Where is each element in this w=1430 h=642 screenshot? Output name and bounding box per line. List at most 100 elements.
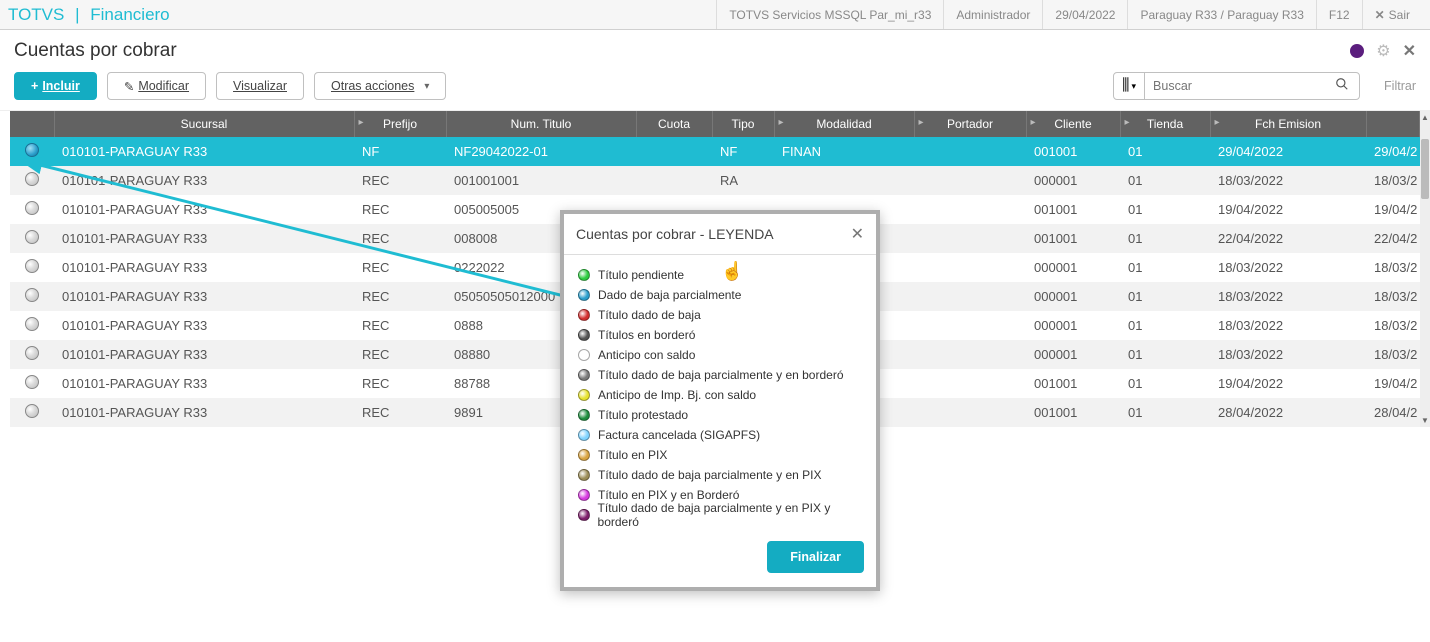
legend-color-icon (578, 449, 590, 461)
notification-dot-icon[interactable] (1350, 44, 1364, 58)
legend-color-icon (578, 389, 590, 401)
cell-portador (914, 253, 1026, 282)
legend-label: Factura cancelada (SIGAPFS) (598, 428, 760, 442)
cell-cliente: 000001 (1026, 311, 1120, 340)
cell-fchemision: 18/03/2022 (1210, 253, 1366, 282)
close-panel-icon[interactable]: ✕ (1403, 41, 1416, 61)
include-button[interactable]: + Incluir (14, 72, 97, 100)
page-title: Cuentas por cobrar (14, 40, 177, 62)
brand: TOTVS | Financiero (8, 5, 170, 25)
status-cell (10, 282, 54, 311)
col-fchemision[interactable]: ▸Fch Emision (1210, 111, 1366, 137)
legend-color-icon (578, 289, 590, 301)
col-modalidad[interactable]: ▸Modalidad (774, 111, 914, 137)
view-button[interactable]: Visualizar (216, 72, 304, 100)
col-tipo[interactable]: Tipo (712, 111, 774, 137)
search-input[interactable] (1145, 73, 1325, 99)
cell-portador (914, 195, 1026, 224)
legend-item: Anticipo con saldo (578, 345, 862, 365)
cell-cliente: 000001 (1026, 282, 1120, 311)
top-bar: TOTVS | Financiero TOTVS Servicios MSSQL… (0, 0, 1430, 30)
legend-item: Factura cancelada (SIGAPFS) (578, 425, 862, 445)
cell-sucursal: 010101-PARAGUAY R33 (54, 253, 354, 282)
exit-button[interactable]: ✕ Sair (1362, 0, 1422, 29)
col-cuota[interactable]: Cuota (636, 111, 712, 137)
cell-tienda: 01 (1120, 253, 1210, 282)
legend-label: Título en PIX (598, 448, 667, 462)
module-name: Financiero (90, 5, 169, 24)
legend-header[interactable]: Cuentas por cobrar - LEYENDA ✕ (564, 214, 876, 255)
cell-tipo: NF (712, 137, 774, 166)
legend-label: Título dado de baja parcialmente y en bo… (598, 368, 844, 382)
finalize-button[interactable]: Finalizar (767, 541, 864, 573)
status-cell (10, 311, 54, 340)
gear-icon[interactable]: ⚙ (1376, 41, 1390, 61)
scroll-down-arrow-icon[interactable]: ▼ (1420, 416, 1430, 425)
cell-cuota (636, 166, 712, 195)
cell-tienda: 01 (1120, 137, 1210, 166)
f12-button[interactable]: F12 (1316, 0, 1362, 29)
brand-name: TOTVS (8, 5, 64, 24)
scroll-up-arrow-icon[interactable]: ▲ (1420, 113, 1430, 122)
col-sucursal[interactable]: Sucursal (54, 111, 354, 137)
cell-cliente: 001001 (1026, 224, 1120, 253)
cell-numtitulo: 001001001 (446, 166, 636, 195)
columns-icon: ⫼ (1122, 77, 1129, 95)
cell-tienda: 01 (1120, 340, 1210, 369)
col-tienda[interactable]: ▸Tienda (1120, 111, 1210, 137)
status-ball-icon (25, 143, 39, 157)
legend-item: Título dado de baja parcialmente y en bo… (578, 365, 862, 385)
cell-tipo: RA (712, 166, 774, 195)
cell-tienda: 01 (1120, 369, 1210, 398)
vertical-scrollbar[interactable]: ▲ ▼ (1420, 111, 1430, 427)
cell-prefijo: NF (354, 137, 446, 166)
cell-prefijo: REC (354, 195, 446, 224)
legend-label: Dado de baja parcialmente (598, 288, 741, 302)
col-cliente[interactable]: ▸Cliente (1026, 111, 1120, 137)
status-ball-icon (25, 375, 39, 389)
other-actions-button[interactable]: Otras acciones (314, 72, 446, 100)
status-cell (10, 340, 54, 369)
search-button[interactable] (1325, 77, 1359, 96)
cell-fchemision: 18/03/2022 (1210, 282, 1366, 311)
col-extra[interactable] (1366, 111, 1420, 137)
legend-label: Título en PIX y en Borderó (598, 488, 739, 502)
cell-sucursal: 010101-PARAGUAY R33 (54, 166, 354, 195)
header-actions: ⚙ ✕ (1350, 41, 1416, 61)
modify-button[interactable]: ✎ Modificar (107, 72, 206, 100)
legend-item: Título protestado (578, 405, 862, 425)
cell-prefijo: REC (354, 224, 446, 253)
cell-fchemision: 22/04/2022 (1210, 224, 1366, 253)
col-status[interactable] (10, 111, 54, 137)
cell-portador (914, 166, 1026, 195)
legend-close-button[interactable]: ✕ (851, 224, 864, 244)
col-prefijo[interactable]: ▸Prefijo (354, 111, 446, 137)
cell-extra: 19/04/2 (1366, 369, 1420, 398)
legend-label: Título dado de baja parcialmente y en PI… (598, 468, 821, 482)
status-ball-icon (25, 259, 39, 273)
sort-caret-icon: ▸ (779, 117, 784, 128)
legend-item: Título dado de baja parcialmente y en PI… (578, 505, 862, 525)
exit-label: Sair (1389, 8, 1410, 22)
current-user: Administrador (943, 0, 1042, 29)
legend-color-icon (578, 309, 590, 321)
search-group: ⫼ ▾ (1113, 72, 1360, 100)
legend-title: Cuentas por cobrar - LEYENDA (576, 226, 774, 242)
status-ball-icon (25, 404, 39, 418)
brand-sep: | (75, 5, 79, 24)
table-row[interactable]: 010101-PARAGUAY R33NFNF29042022-01NFFINA… (10, 137, 1420, 166)
cell-fchemision: 19/04/2022 (1210, 369, 1366, 398)
filter-link[interactable]: Filtrar (1384, 79, 1416, 93)
column-view-toggle[interactable]: ⫼ ▾ (1114, 73, 1145, 99)
cell-tienda: 01 (1120, 282, 1210, 311)
scroll-thumb[interactable] (1421, 139, 1429, 199)
col-numtitulo[interactable]: Num. Titulo (446, 111, 636, 137)
legend-item: Título pendiente (578, 265, 862, 285)
cell-extra: 29/04/2 (1366, 137, 1420, 166)
legend-color-icon (578, 429, 590, 441)
legend-footer: Finalizar (564, 531, 876, 587)
table-row[interactable]: 010101-PARAGUAY R33REC001001001RA0000010… (10, 166, 1420, 195)
sort-caret-icon: ▸ (1215, 117, 1220, 128)
col-portador[interactable]: ▸Portador (914, 111, 1026, 137)
legend-body: Título pendiente Dado de baja parcialment… (564, 255, 876, 531)
